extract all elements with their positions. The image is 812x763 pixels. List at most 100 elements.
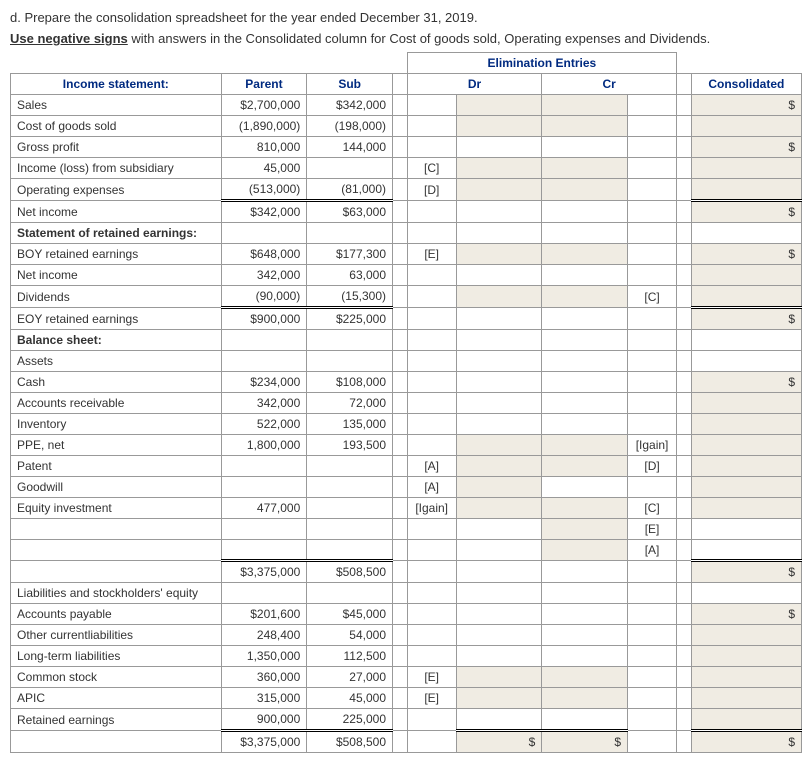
row-cash-cons[interactable]: $	[691, 372, 801, 393]
row-re-label: Retained earnings	[11, 709, 222, 731]
row-cogs-parent: (1,890,000)	[221, 116, 307, 137]
row-ap-parent: $201,600	[221, 604, 307, 625]
row-patent-dr[interactable]	[456, 456, 542, 477]
row-div-sub: (15,300)	[307, 286, 393, 308]
row-incsub-cons[interactable]	[691, 158, 801, 179]
row-sales-dr[interactable]	[456, 95, 542, 116]
row-cs-cr[interactable]	[542, 667, 628, 688]
row-cogs-label: Cost of goods sold	[11, 116, 222, 137]
row-tot2-sub: $508,500	[307, 731, 393, 753]
row-boy-cr[interactable]	[542, 244, 628, 265]
row-cs-cons[interactable]	[691, 667, 801, 688]
row-ni2-cons[interactable]	[691, 265, 801, 286]
row-ni-sub: $63,000	[307, 201, 393, 223]
row-ltl-label: Long-term liabilities	[11, 646, 222, 667]
row-ppe-cr[interactable]	[542, 435, 628, 456]
row-cs-label: Common stock	[11, 667, 222, 688]
row-incsub-cr[interactable]	[542, 158, 628, 179]
row-inv-parent: 522,000	[221, 414, 307, 435]
row-gw-dr[interactable]	[456, 477, 542, 498]
row-ppe-sub: 193,500	[307, 435, 393, 456]
row-ar-cons[interactable]	[691, 393, 801, 414]
row-ocl-parent: 248,400	[221, 625, 307, 646]
row-patent-crtag: [D]	[628, 456, 677, 477]
row-opex-cons[interactable]	[691, 179, 801, 201]
row-apic-dr[interactable]	[456, 688, 542, 709]
row-re-cons[interactable]	[691, 709, 801, 731]
row-div-cons[interactable]	[691, 286, 801, 308]
row-ocl-cons[interactable]	[691, 625, 801, 646]
row-cogs-cr[interactable]	[542, 116, 628, 137]
hdr-cons: Consolidated	[691, 74, 801, 95]
row-div-label: Dividends	[11, 286, 222, 308]
row-cash-parent: $234,000	[221, 372, 307, 393]
row-cs-dr[interactable]	[456, 667, 542, 688]
row-ni-cons[interactable]: $	[691, 201, 801, 223]
row-ltl-parent: 1,350,000	[221, 646, 307, 667]
note-emphasis: Use negative signs	[10, 31, 128, 46]
row-ppe-dr[interactable]	[456, 435, 542, 456]
row-div-cr[interactable]	[542, 286, 628, 308]
row-boy-drtag: [E]	[407, 244, 456, 265]
hdr-income: Income statement:	[11, 74, 222, 95]
row-patent-cr[interactable]	[542, 456, 628, 477]
row-div-dr[interactable]	[456, 286, 542, 308]
note-rest: with answers in the Consolidated column …	[128, 31, 710, 46]
row-incsub-dr[interactable]	[456, 158, 542, 179]
row-tot1-cons[interactable]: $	[691, 561, 801, 583]
row-ar-parent: 342,000	[221, 393, 307, 414]
row-ap-label: Accounts payable	[11, 604, 222, 625]
row-apic-parent: 315,000	[221, 688, 307, 709]
row-patent-cons[interactable]	[691, 456, 801, 477]
row-inv-cons[interactable]	[691, 414, 801, 435]
row-cogs-dr[interactable]	[456, 116, 542, 137]
row-boy-dr[interactable]	[456, 244, 542, 265]
row-re-sub: 225,000	[307, 709, 393, 731]
hdr-sub: Sub	[307, 74, 393, 95]
row-div-parent: (90,000)	[221, 286, 307, 308]
row-eqinv-dr[interactable]	[456, 498, 542, 519]
hdr-dr: Dr	[407, 74, 542, 95]
row-opex-cr[interactable]	[542, 179, 628, 201]
row-ppe-cons[interactable]	[691, 435, 801, 456]
row-incsub-label: Income (loss) from subsidiary	[11, 158, 222, 179]
row-sales-cr[interactable]	[542, 95, 628, 116]
row-tot2-crtot[interactable]: $	[542, 731, 628, 753]
row-gross-label: Gross profit	[11, 137, 222, 158]
row-ocl-sub: 54,000	[307, 625, 393, 646]
row-assets-label: Assets	[11, 351, 222, 372]
row-eoy-label: EOY retained earnings	[11, 308, 222, 330]
hdr-cr: Cr	[542, 74, 677, 95]
consolidation-table: Elimination Entries Income statement: Pa…	[10, 52, 802, 753]
row-blank2-cr[interactable]	[542, 540, 628, 561]
row-opex-drtag: [D]	[407, 179, 456, 201]
row-sales-parent: $2,700,000	[221, 95, 307, 116]
row-apic-cr[interactable]	[542, 688, 628, 709]
row-gross-sub: 144,000	[307, 137, 393, 158]
row-apic-cons[interactable]	[691, 688, 801, 709]
row-cogs-cons[interactable]	[691, 116, 801, 137]
row-eoy-cons[interactable]: $	[691, 308, 801, 330]
row-opex-dr[interactable]	[456, 179, 542, 201]
row-ltl-cons[interactable]	[691, 646, 801, 667]
row-boy-cons[interactable]: $	[691, 244, 801, 265]
row-eqinv-cr[interactable]	[542, 498, 628, 519]
row-eqinv-cons[interactable]	[691, 498, 801, 519]
instruction-d: d. Prepare the consolidation spreadsheet…	[10, 10, 812, 25]
row-liab-label: Liabilities and stockholders' equity	[11, 583, 222, 604]
row-tot2-cons[interactable]: $	[691, 731, 801, 753]
row-apic-label: APIC	[11, 688, 222, 709]
row-tot2-parent: $3,375,000	[221, 731, 307, 753]
row-opex-sub: (81,000)	[307, 179, 393, 201]
row-ap-cons[interactable]: $	[691, 604, 801, 625]
row-blank1-crtag: [E]	[628, 519, 677, 540]
row-incsub-drtag: [C]	[407, 158, 456, 179]
row-ppe-parent: 1,800,000	[221, 435, 307, 456]
row-sales-cons[interactable]: $	[691, 95, 801, 116]
row-boy-parent: $648,000	[221, 244, 307, 265]
row-gross-cons[interactable]: $	[691, 137, 801, 158]
row-tot2-drtot[interactable]: $	[456, 731, 542, 753]
row-gw-cons[interactable]	[691, 477, 801, 498]
row-blank1-cr[interactable]	[542, 519, 628, 540]
row-ni2-label: Net income	[11, 265, 222, 286]
